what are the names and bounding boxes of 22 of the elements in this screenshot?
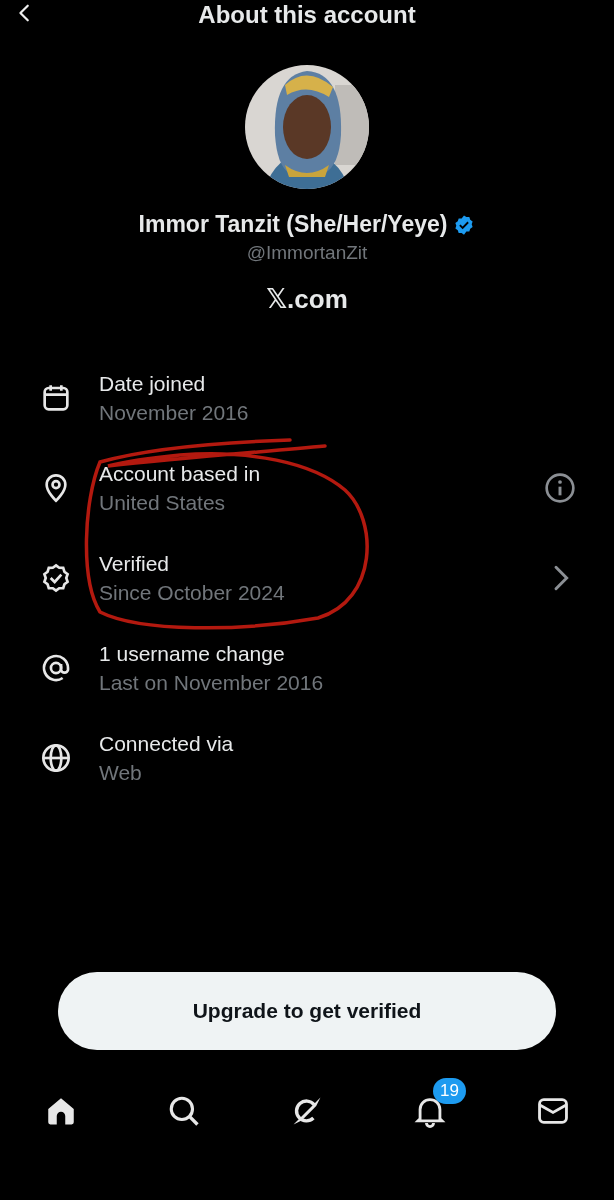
detail-label: 1 username change bbox=[99, 641, 286, 666]
detail-label: Date joined bbox=[99, 371, 207, 396]
site-name: 𝕏.com bbox=[266, 284, 348, 315]
detail-label: Verified bbox=[99, 551, 171, 576]
globe-icon bbox=[40, 742, 72, 774]
notification-badge: 19 bbox=[433, 1078, 466, 1104]
username: @ImmortanZit bbox=[246, 242, 368, 264]
detail-label: Connected via bbox=[99, 731, 235, 756]
upgrade-button[interactable]: Upgrade to get verified bbox=[58, 972, 556, 1050]
at-sign-icon bbox=[40, 652, 72, 684]
page-title: About this account bbox=[197, 0, 417, 30]
detail-value: United States bbox=[99, 490, 227, 515]
detail-value: November 2016 bbox=[99, 400, 250, 425]
search-icon[interactable] bbox=[167, 1094, 201, 1128]
info-icon[interactable] bbox=[544, 472, 576, 504]
display-name: Immor Tanzit (She/Her/Yeye) bbox=[138, 211, 448, 238]
calendar-icon bbox=[40, 382, 72, 414]
verified-check-icon bbox=[40, 562, 72, 594]
detail-value: Since October 2024 bbox=[99, 580, 286, 605]
detail-value: Last on November 2016 bbox=[99, 670, 325, 695]
detail-label: Account based in bbox=[99, 461, 262, 486]
detail-value: Web bbox=[99, 760, 143, 785]
